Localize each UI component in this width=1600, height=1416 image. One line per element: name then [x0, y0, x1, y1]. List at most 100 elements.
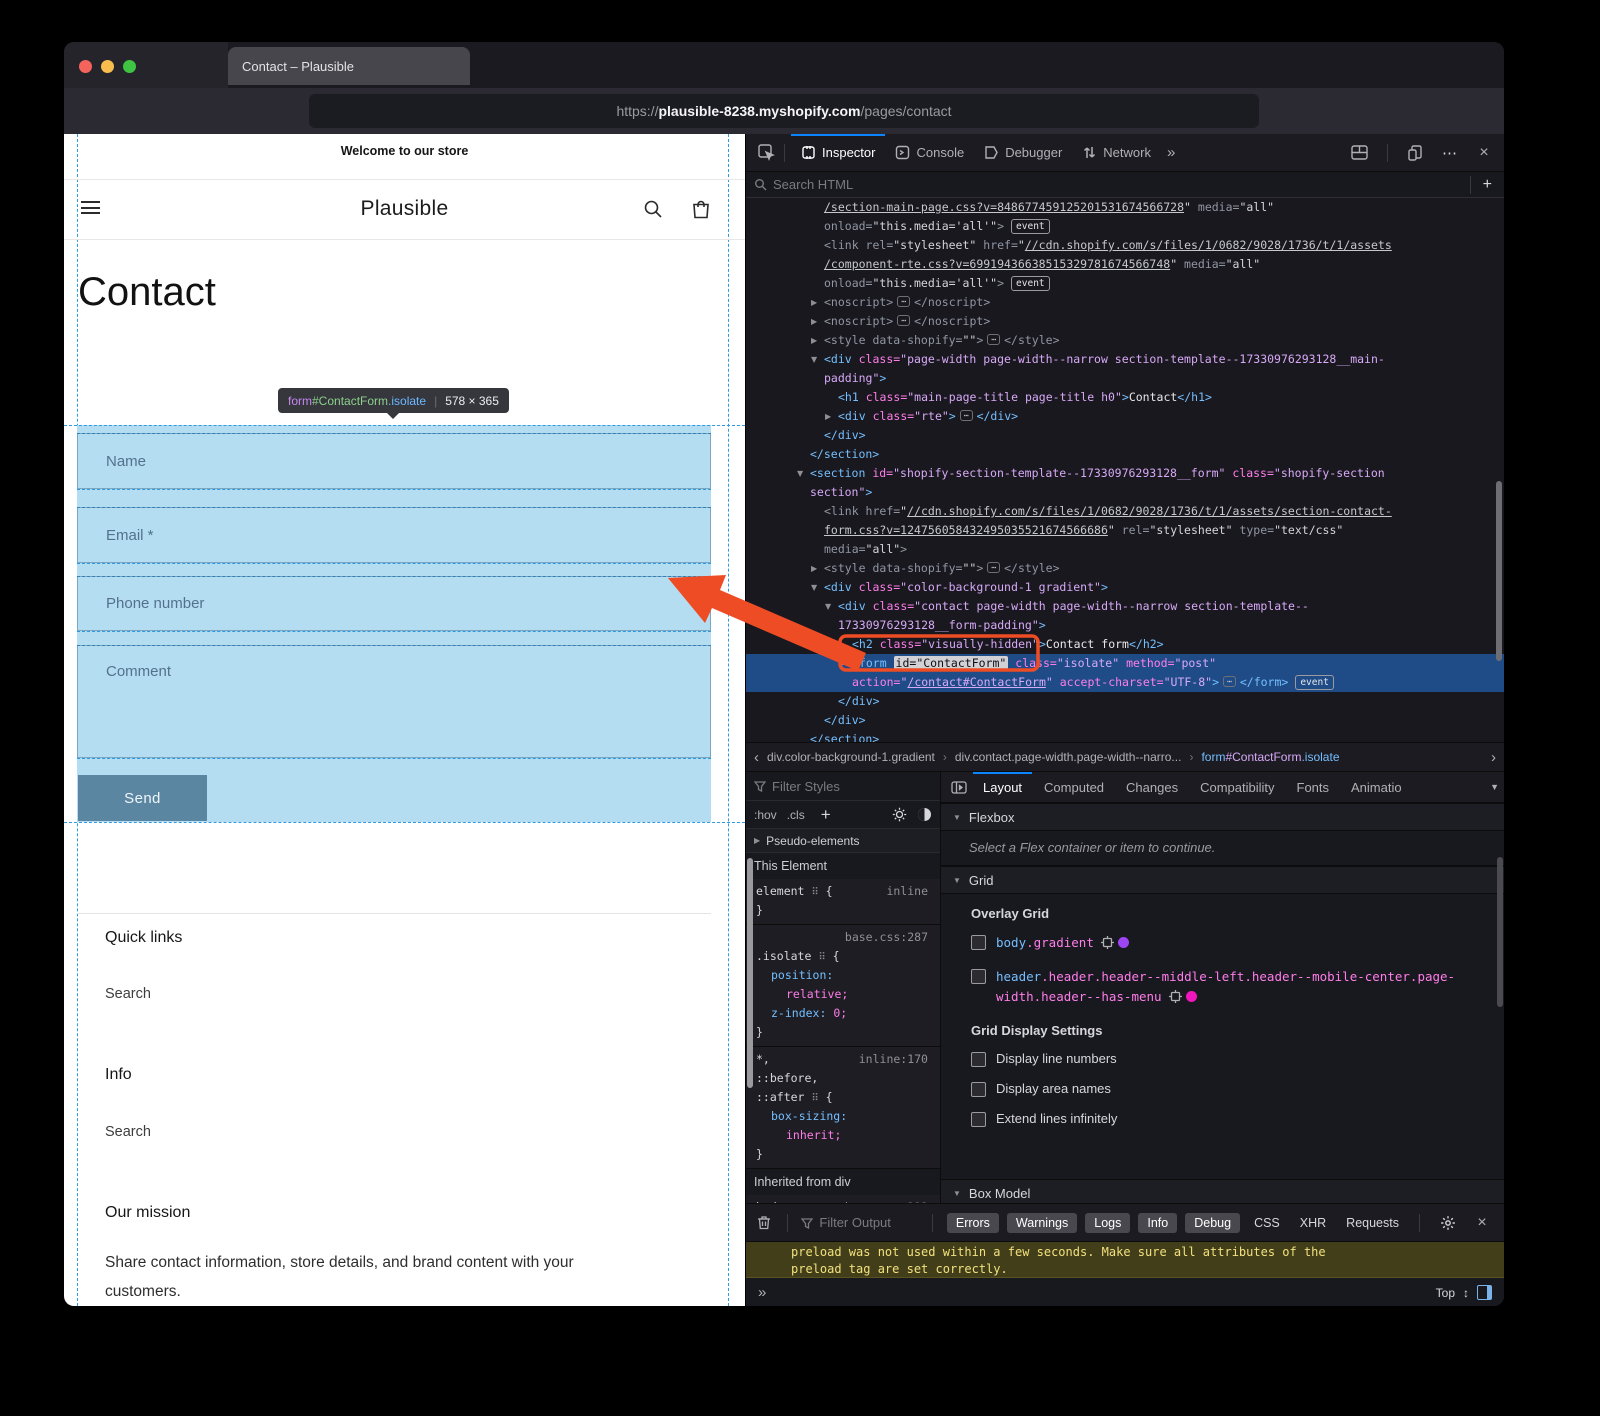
tab-network[interactable]: Network: [1072, 134, 1161, 172]
footer-search-link[interactable]: Search: [105, 986, 151, 1002]
code-line[interactable]: <link href="//cdn.shopify.com/s/files/1/…: [746, 502, 1504, 521]
code-line[interactable]: </div>: [746, 426, 1504, 445]
filter-output-bar[interactable]: Filter Output: [801, 1215, 918, 1230]
rules-scrollbar[interactable]: [747, 858, 753, 1088]
code-line[interactable]: .isolate ⠿ {: [746, 947, 940, 966]
console-input-row[interactable]: » Top ↕: [746, 1278, 1504, 1306]
code-line[interactable]: ::before,: [746, 1069, 940, 1088]
code-line[interactable]: <link rel="stylesheet" href="//cdn.shopi…: [746, 236, 1504, 255]
filter-xhr-button[interactable]: XHR: [1294, 1216, 1332, 1230]
code-line[interactable]: <h2 class="visually-hidden">Contact form…: [746, 635, 1504, 654]
filter-info-button[interactable]: Info: [1138, 1213, 1177, 1233]
code-line[interactable]: /component-rte.css?v=6991943663851532978…: [746, 255, 1504, 274]
code-line[interactable]: /section-main-page.css?v=848677459125201…: [746, 198, 1504, 217]
toggle-class-button[interactable]: .cls: [787, 808, 805, 822]
breadcrumb-item[interactable]: div.color-background-1.gradient: [767, 750, 935, 764]
code-line[interactable]: z-index: 0;: [746, 1004, 940, 1023]
source-link[interactable]: base.css:287: [845, 928, 928, 947]
add-node-icon[interactable]: +: [1483, 176, 1496, 194]
code-line[interactable]: ▶<noscript>⋯</noscript>: [746, 312, 1504, 331]
code-line[interactable]: relative;: [746, 985, 940, 1004]
code-line[interactable]: ▶<form id="ContactForm" class="isolate" …: [746, 654, 1504, 673]
frame-selector[interactable]: Top ↕: [1436, 1285, 1492, 1300]
expand-caret-icon[interactable]: ▶: [811, 312, 817, 331]
tab-debugger[interactable]: Debugger: [974, 134, 1072, 172]
checkbox[interactable]: [971, 1052, 986, 1067]
code-line[interactable]: inlineelement ⠿ {: [746, 882, 940, 901]
code-line[interactable]: inherit;: [746, 1126, 940, 1145]
filter-requests-button[interactable]: Requests: [1340, 1216, 1405, 1230]
expand-caret-icon[interactable]: ▶: [754, 836, 760, 845]
code-line[interactable]: media="all">: [746, 540, 1504, 559]
tab-computed[interactable]: Computed: [1034, 772, 1114, 802]
code-line[interactable]: </div>: [746, 692, 1504, 711]
responsive-design-icon[interactable]: [1404, 141, 1428, 165]
tab-changes[interactable]: Changes: [1116, 772, 1188, 802]
console-settings-gear-icon[interactable]: [1436, 1211, 1460, 1235]
editor-mode-icon[interactable]: [1477, 1285, 1492, 1300]
breadcrumb-item-selected[interactable]: form#ContactForm.isolate: [1201, 750, 1339, 764]
code-line[interactable]: ▼<div class="contact page-width page-wid…: [746, 597, 1504, 616]
expand-caret-icon[interactable]: ▶: [811, 293, 817, 312]
code-line[interactable]: }: [746, 1023, 940, 1042]
light-scheme-icon[interactable]: [892, 807, 907, 822]
grid-color-swatch[interactable]: [1186, 991, 1197, 1002]
comment-field[interactable]: Comment: [77, 645, 711, 758]
clear-console-icon[interactable]: [756, 1211, 773, 1235]
pseudo-elements-section[interactable]: ▶ Pseudo-elements: [746, 829, 940, 853]
checkbox[interactable]: [971, 1082, 986, 1097]
expand-caret-icon[interactable]: ▶: [811, 331, 817, 350]
phone-field[interactable]: Phone number: [77, 576, 711, 631]
code-line[interactable]: ::after ⠿ {: [746, 1088, 940, 1107]
code-line[interactable]: ▼<div class="page-width page-width--narr…: [746, 350, 1504, 369]
grid-color-swatch[interactable]: [1118, 937, 1129, 948]
code-line[interactable]: action="/contact#ContactForm" accept-cha…: [746, 673, 1504, 692]
breadcrumb-item[interactable]: div.contact.page-width.page-width--narro…: [955, 750, 1182, 764]
highlight-grid-icon[interactable]: [1101, 936, 1114, 949]
close-console-icon[interactable]: ×: [1470, 1211, 1494, 1235]
name-field[interactable]: Name: [77, 433, 711, 489]
markup-scrollbar[interactable]: [1496, 481, 1502, 661]
breadcrumb-forward-icon[interactable]: ›: [1491, 749, 1496, 766]
flexbox-section-header[interactable]: ▼ Flexbox: [941, 803, 1504, 831]
source-link[interactable]: inline:170: [859, 1050, 928, 1069]
code-line[interactable]: ▶<div class="rte">⋯</div>: [746, 407, 1504, 426]
code-line[interactable]: base.css:287: [746, 928, 940, 947]
code-line[interactable]: }: [746, 901, 940, 920]
code-line[interactable]: }: [746, 1145, 940, 1164]
highlight-grid-icon[interactable]: [1169, 990, 1182, 1003]
checkbox[interactable]: [971, 935, 986, 950]
tab-layout[interactable]: Layout: [973, 772, 1032, 802]
filter-styles-bar[interactable]: Filter Styles: [746, 772, 940, 801]
expand-caret-icon[interactable]: ▼: [811, 578, 817, 597]
code-line[interactable]: section">: [746, 483, 1504, 502]
collapse-caret-icon[interactable]: ▼: [953, 1189, 961, 1198]
collapse-caret-icon[interactable]: ▼: [953, 876, 961, 885]
footer-search-link[interactable]: Search: [105, 1124, 151, 1140]
email-field[interactable]: Email *: [77, 507, 711, 563]
filter-css-button[interactable]: CSS: [1248, 1216, 1286, 1230]
source-link[interactable]: inline: [886, 882, 928, 901]
code-line[interactable]: ▶<style data-shopify="">⋯</style>: [746, 559, 1504, 578]
split-console-icon[interactable]: [1347, 141, 1371, 165]
code-line[interactable]: ▶<noscript>⋯</noscript>: [746, 293, 1504, 312]
layout-scrollbar[interactable]: [1497, 857, 1503, 1007]
tab-console[interactable]: Console: [885, 134, 974, 172]
filter-errors-button[interactable]: Errors: [947, 1213, 999, 1233]
expand-caret-icon[interactable]: ▶: [839, 654, 845, 673]
tab-compatibility[interactable]: Compatibility: [1190, 772, 1284, 802]
grid-section-header[interactable]: ▼ Grid: [941, 866, 1504, 894]
code-line[interactable]: </section>: [746, 445, 1504, 464]
code-line[interactable]: onload="this.media='all'">event: [746, 217, 1504, 236]
code-line[interactable]: inline:170*,: [746, 1050, 940, 1069]
expand-caret-icon[interactable]: ▶: [825, 407, 831, 426]
zoom-window-button[interactable]: [123, 60, 136, 73]
close-window-button[interactable]: [79, 60, 92, 73]
send-button[interactable]: Send: [78, 775, 207, 821]
expand-caret-icon[interactable]: ▼: [811, 350, 817, 369]
code-line[interactable]: </section>: [746, 730, 1504, 742]
add-rule-button[interactable]: +: [821, 805, 831, 825]
url-bar[interactable]: https://plausible-8238.myshopify.com/pag…: [309, 94, 1259, 128]
expand-caret-icon[interactable]: ▼: [797, 464, 803, 483]
more-tabs-icon[interactable]: »: [1161, 144, 1181, 161]
